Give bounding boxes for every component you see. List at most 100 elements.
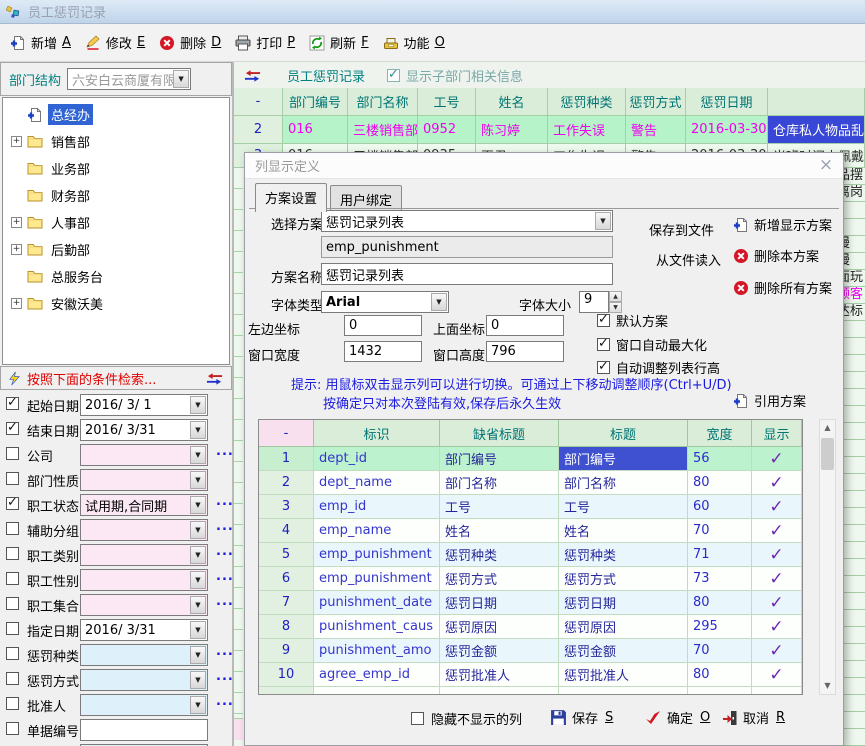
chevron-down-icon[interactable] [190,596,206,614]
tree-expander-icon[interactable]: + [11,136,22,147]
filter-checkbox[interactable] [6,397,19,410]
grid-visible-cell[interactable] [752,495,802,519]
filter-input[interactable]: 2016/ 3/ 1 [80,394,208,416]
chevron-down-icon[interactable] [431,293,447,311]
window-height-field[interactable]: 796 [486,341,564,362]
chevron-down-icon[interactable] [190,421,206,439]
chevron-down-icon[interactable] [190,471,206,489]
filter-checkbox[interactable] [6,472,19,485]
toolbar-button[interactable]: 新增A [10,33,71,52]
tree-item[interactable]: + 后勤部 [3,236,229,263]
tree-item[interactable]: + 财务部 [3,182,229,209]
grid-visible-cell[interactable] [752,543,802,567]
filter-input[interactable]: 2016/ 3/31 [80,419,208,441]
ellipsis-button[interactable] [216,669,232,684]
reference-scheme-button[interactable]: 引用方案 [733,391,806,410]
toolbar-button[interactable]: 修改E [85,33,145,52]
toolbar-button[interactable]: 刷新F [309,33,369,52]
scheme-select[interactable]: 惩罚记录列表 [321,210,613,232]
delete-all-schemes-button[interactable]: 删除所有方案 [733,278,832,297]
toolbar-button[interactable]: 打印P [235,33,295,52]
grid-visible-cell[interactable] [752,663,802,687]
filter-checkbox[interactable] [6,572,19,585]
tree-item[interactable]: + 销售部 [3,128,229,155]
grid-column-header[interactable]: 标题 [559,420,688,447]
filter-checkbox[interactable] [6,497,19,510]
filter-checkbox[interactable] [6,447,19,460]
grid-row[interactable]: 5 emp_punishment 惩罚种类 惩罚种类 71 [259,543,802,567]
records-column-header[interactable]: 惩罚方式 [626,88,686,116]
ok-button[interactable]: 确定O [639,705,715,730]
delete-scheme-button[interactable]: 删除本方案 [733,246,819,265]
show-subdept-checkbox[interactable] [387,69,400,82]
filter-input[interactable] [80,519,208,541]
grid-row[interactable]: 9 punishment_amo 惩罚金额 惩罚金额 70 [259,639,802,663]
records-column-header[interactable]: 惩罚日期 [686,88,768,116]
records-column-header[interactable] [768,88,865,116]
filter-input[interactable] [80,719,208,741]
grid-visible-cell[interactable] [752,639,802,663]
filter-checkbox[interactable] [6,622,19,635]
chevron-down-icon[interactable] [190,521,206,539]
filter-input[interactable] [80,469,208,491]
records-column-header[interactable]: 工号 [418,88,476,116]
auto-maximize-checkbox[interactable] [597,338,610,351]
ellipsis-button[interactable] [216,519,232,534]
filter-checkbox[interactable] [6,672,19,685]
ellipsis-button[interactable] [216,494,232,509]
filter-input[interactable] [80,444,208,466]
close-icon[interactable] [815,155,837,175]
grid-row[interactable]: 6 emp_punishment 惩罚方式 惩罚方式 73 [259,567,802,591]
filter-checkbox[interactable] [6,722,19,735]
grid-row[interactable]: 2 dept_name 部门名称 部门名称 80 [259,471,802,495]
swap-panels-icon[interactable] [206,371,223,385]
tree-expander-icon[interactable]: + [11,298,22,309]
chevron-down-icon[interactable] [190,621,206,639]
filter-input[interactable] [80,644,208,666]
tree-item[interactable]: + 总经办 [3,101,229,128]
grid-visible-cell[interactable] [752,567,802,591]
grid-row[interactable]: 10 agree_emp_id 惩罚批准人 惩罚批准人 80 [259,663,802,687]
grid-column-header[interactable]: - [259,420,314,447]
grid-column-header[interactable]: 显示 [752,420,802,447]
tree-item[interactable]: + 安徽沃美 [3,290,229,317]
grid-column-header[interactable]: 缺省标题 [440,420,559,447]
window-width-field[interactable]: 1432 [344,341,422,362]
grid-column-header[interactable]: 标识 [314,420,440,447]
filter-checkbox[interactable] [6,422,19,435]
chevron-down-icon[interactable] [190,396,206,414]
filter-input[interactable]: 试用期,合同期 [80,494,208,516]
filter-input[interactable] [80,544,208,566]
filter-input[interactable] [80,694,208,716]
load-from-file-link[interactable]: 从文件读入 [656,250,721,269]
records-row[interactable]: 2016三楼销售部0952陈习婷工作失误警告2016-03-30仓库私人物品乱 [234,116,865,144]
chevron-down-icon[interactable] [190,571,206,589]
toolbar-button[interactable]: 删除D [159,33,221,52]
grid-row[interactable]: 7 punishment_date 惩罚日期 惩罚日期 80 [259,591,802,615]
grid-scrollbar[interactable] [819,419,836,695]
filter-checkbox[interactable] [6,647,19,660]
grid-row[interactable]: 1 dept_id 部门编号 部门编号 56 [259,447,802,471]
scroll-down-icon[interactable] [820,678,835,694]
scrollbar-thumb[interactable] [821,438,834,470]
left-coord-field[interactable]: 0 [344,315,422,336]
tree-expander-icon[interactable]: + [11,217,22,228]
records-column-header[interactable]: 姓名 [476,88,548,116]
chevron-down-icon[interactable] [190,696,206,714]
chevron-down-icon[interactable] [190,546,206,564]
grid-visible-cell[interactable] [752,615,802,639]
default-scheme-checkbox[interactable] [597,314,610,327]
tree-expander-icon[interactable]: + [11,244,22,255]
grid-row[interactable]: 3 emp_id 工号 工号 60 [259,495,802,519]
hide-columns-checkbox[interactable] [411,712,424,725]
swap-panels-icon[interactable] [244,68,261,82]
toolbar-button[interactable]: 功能O [383,33,445,52]
font-size-stepper[interactable]: 9 ▲▼ [579,291,609,313]
tab-scheme-settings[interactable]: 方案设置 [255,183,327,212]
filter-input[interactable] [80,569,208,591]
chevron-down-icon[interactable] [595,212,611,230]
ellipsis-button[interactable] [216,694,232,709]
filter-checkbox[interactable] [6,697,19,710]
scroll-up-icon[interactable] [820,420,835,436]
grid-column-header[interactable]: 宽度 [688,420,752,447]
